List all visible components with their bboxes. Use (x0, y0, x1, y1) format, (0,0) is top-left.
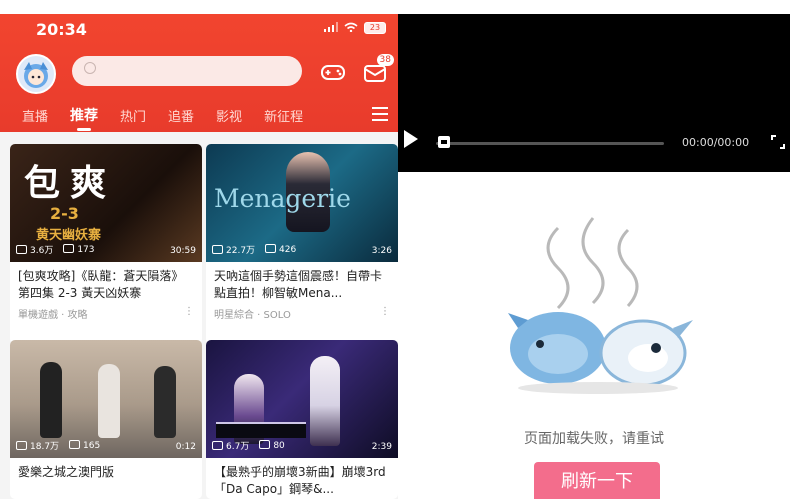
views-count: 3.6万 (16, 243, 53, 256)
progress-bar[interactable] (436, 142, 664, 145)
tab-live[interactable]: 直播 (22, 106, 48, 125)
status-bar: 20:34 23 (0, 14, 398, 46)
wifi-icon (344, 21, 358, 35)
tab-new-journey[interactable]: 新征程 (264, 106, 303, 125)
battery-icon: 23 (364, 22, 386, 34)
dancer-figure (40, 362, 62, 438)
category-tabs: 直播 推荐 热门 追番 影视 新征程 (0, 100, 398, 130)
danmaku-count: 173 (63, 244, 95, 255)
views-count: 6.7万 (212, 439, 249, 452)
top-cropped-caption (0, 0, 790, 14)
piano-shape (216, 422, 306, 438)
video-duration: 3:26 (371, 246, 392, 256)
error-illustration (498, 208, 698, 398)
video-thumbnail: 6.7万 80 2:39 (206, 340, 398, 458)
thumbnail-title: Menagerie (214, 184, 351, 213)
video-card[interactable]: Menagerie 22.7万 426 3:26 天吶這個手勢這個震感！自帶卡點… (206, 144, 398, 344)
video-title: 天吶這個手勢這個震感！自帶卡點直拍！柳智敏Mena... (214, 269, 383, 300)
status-icons: 23 (324, 21, 386, 35)
play-count-icon (212, 441, 223, 450)
danmaku-count: 426 (265, 244, 296, 255)
play-count-icon (16, 245, 27, 254)
search-icon (84, 62, 96, 74)
tab-recommended[interactable]: 推荐 (70, 105, 98, 125)
progress-handle[interactable] (438, 136, 450, 148)
play-icon[interactable] (404, 130, 418, 148)
fullscreen-icon[interactable] (770, 134, 786, 150)
danmaku-count: 80 (259, 440, 285, 451)
danmaku-icon (69, 440, 81, 449)
dancer-figure (154, 366, 176, 438)
video-title: 愛樂之城之澳門版 (18, 465, 115, 479)
video-channel: 明星綜合 · SOLO (214, 310, 291, 321)
status-time: 20:34 (36, 20, 87, 39)
video-title: 【最熟乎的崩壞3新曲】崩壞3rd「Da Capo」鋼琴&... (214, 465, 386, 496)
user-avatar[interactable] (16, 54, 56, 94)
message-badge: 38 (376, 54, 394, 66)
tab-hot[interactable]: 热门 (120, 106, 146, 125)
app-header: 20:34 23 38 直播 推荐 热门 追番 影视 新征程 (0, 14, 398, 132)
thumbnail-title: 包爽 (24, 162, 117, 204)
gamepad-icon[interactable] (318, 60, 348, 84)
thumbnail-caption: 黄天幽妖寨 (36, 228, 102, 243)
video-feed: 包爽 2-3 黄天幽妖寨 3.6万 173 30:59 [包爽攻略]《臥龍：蒼天… (0, 132, 398, 499)
screenshot-root: 20:34 23 38 直播 推荐 热门 追番 影视 新征程 包爽 2-3 黄天… (0, 0, 790, 499)
video-channel: 單機遊戲 · 攻略 (18, 310, 88, 321)
search-bar[interactable] (72, 56, 302, 86)
video-thumbnail: 18.7万 165 0:12 (10, 340, 202, 458)
views-count: 22.7万 (212, 243, 255, 256)
video-card[interactable]: 包爽 2-3 黄天幽妖寨 3.6万 173 30:59 [包爽攻略]《臥龍：蒼天… (10, 144, 202, 344)
message-button[interactable]: 38 (362, 54, 394, 86)
play-count-icon (16, 441, 27, 450)
player-screen: 00:00/00:00 页面加载失败，请重试 刷新一下 (398, 0, 790, 499)
violinist-figure (310, 356, 340, 446)
more-options-icon[interactable]: ⋮ (380, 306, 390, 321)
video-stats: 6.7万 80 (212, 439, 285, 452)
dancer-figure (98, 364, 120, 438)
video-channel-row: 明星綜合 · SOLO ⋮ (206, 302, 398, 325)
danmaku-icon (259, 440, 271, 449)
video-card[interactable]: 6.7万 80 2:39 【最熟乎的崩壞3新曲】崩壞3rd「Da Capo」鋼琴… (206, 340, 398, 499)
video-stats: 22.7万 426 (212, 243, 296, 256)
video-thumbnail: Menagerie 22.7万 426 3:26 (206, 144, 398, 262)
error-message: 页面加载失败，请重试 (524, 431, 664, 447)
views-count: 18.7万 (16, 439, 59, 452)
video-thumbnail: 包爽 2-3 黄天幽妖寨 3.6万 173 30:59 (10, 144, 202, 262)
video-card[interactable]: 18.7万 165 0:12 愛樂之城之澳門版 (10, 340, 202, 499)
more-options-icon[interactable]: ⋮ (184, 306, 194, 321)
video-channel-row: 單機遊戲 · 攻略 ⋮ (10, 302, 202, 325)
video-player[interactable]: 00:00/00:00 (398, 14, 790, 172)
danmaku-count: 165 (69, 440, 100, 451)
tab-movies[interactable]: 影视 (216, 106, 242, 125)
video-duration: 2:39 (371, 442, 392, 452)
home-screen: 20:34 23 38 直播 推荐 热门 追番 影视 新征程 包爽 2-3 黄天… (0, 0, 398, 499)
tab-anime[interactable]: 追番 (168, 106, 194, 125)
danmaku-icon (63, 244, 75, 253)
play-count-icon (212, 245, 223, 254)
video-duration: 0:12 (175, 442, 196, 452)
video-duration: 30:59 (170, 246, 196, 256)
video-stats: 3.6万 173 (16, 243, 95, 256)
menu-icon[interactable] (372, 107, 388, 121)
thumbnail-episode: 2-3 (50, 204, 79, 223)
refresh-button[interactable]: 刷新一下 (534, 462, 660, 499)
danmaku-icon (265, 244, 277, 253)
playback-time: 00:00/00:00 (682, 136, 750, 149)
video-title: [包爽攻略]《臥龍：蒼天隕落》第四集 2-3 黃天凶妖寨 (18, 269, 184, 300)
video-stats: 18.7万 165 (16, 439, 100, 452)
signal-icon (324, 21, 338, 35)
